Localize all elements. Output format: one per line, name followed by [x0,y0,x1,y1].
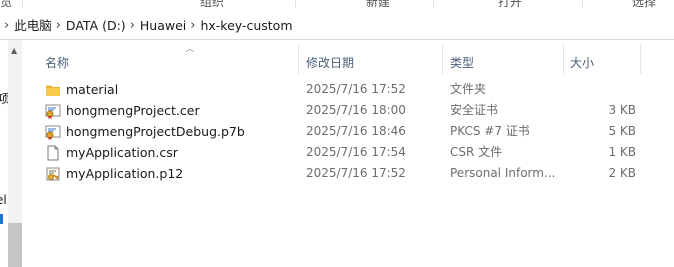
chevron-right-icon[interactable]: › [186,17,200,35]
file-name: hongmengProjectDebug.p7b [66,124,245,139]
chevron-right-icon[interactable]: › [0,17,14,35]
column-header-size[interactable]: 大小 [570,52,594,74]
column-header-name[interactable]: 名称 [45,52,69,74]
file-type: CSR 文件 [450,145,503,159]
breadcrumb-huawei[interactable]: Huawei [140,17,186,35]
column-divider[interactable] [563,44,564,74]
file-name: myApplication.p12 [66,166,184,181]
file-type: 文件夹 [450,82,487,96]
file-row-hongmengproject-cer[interactable]: hongmengProject.cer 2025/7/16 18:00 安全证书… [23,100,674,121]
file-type: PKCS #7 证书 [450,124,530,138]
personal-certificate-icon [46,167,60,181]
address-bar[interactable]: › 此电脑 › DATA (D:) › Huawei › hx-key-cust… [0,13,674,40]
breadcrumb-hx-key-custom[interactable]: hx-key-custom [200,17,292,35]
document-icon [47,145,59,161]
nav-scrollbar[interactable]: ▲ [8,40,22,267]
file-row-material[interactable]: material 2025/7/16 17:52 文件夹 [23,79,674,100]
column-divider[interactable] [442,44,443,74]
nav-item-icon [0,214,3,224]
ribbon-remnant: 览 组织 新建 打开 选择 [0,0,674,8]
column-divider[interactable] [640,44,641,74]
file-size: 1 KB [608,145,636,159]
file-date: 2025/7/16 17:52 [306,166,406,180]
file-size: 2 KB [608,166,636,180]
file-name: material [66,82,119,97]
column-header-type[interactable]: 类型 [450,52,474,74]
file-name: hongmengProject.cer [66,103,200,118]
ribbon-group-open[interactable]: 打开 [498,0,522,8]
file-date: 2025/7/16 17:52 [306,82,406,96]
chevron-right-icon[interactable]: › [126,17,140,35]
ribbon-group-organize[interactable]: 组织 [200,0,224,8]
file-list: ︿ 名称 修改日期 类型 大小 material 2025/7/16 17:52… [23,40,674,267]
file-row-myapplication-p12[interactable]: myApplication.p12 2025/7/16 17:52 Person… [23,163,674,184]
file-date: 2025/7/16 18:46 [306,124,406,138]
chevron-right-icon[interactable]: › [52,17,66,35]
certificate-icon [45,125,61,140]
file-date: 2025/7/16 18:00 [306,103,406,117]
breadcrumb: › 此电脑 › DATA (D:) › Huawei › hx-key-cust… [0,17,293,35]
file-name: myApplication.csr [66,145,178,160]
breadcrumb-this-pc[interactable]: 此电脑 [14,17,52,35]
breadcrumb-data-drive[interactable]: DATA (D:) [66,17,126,35]
folder-icon [46,85,60,96]
nav-item-fragment[interactable]: el [0,193,7,207]
certificate-icon [45,104,61,119]
file-row-myapplication-csr[interactable]: myApplication.csr 2025/7/16 17:54 CSR 文件… [23,142,674,163]
file-size: 5 KB [608,124,636,138]
scroll-up-icon[interactable]: ▲ [11,46,17,55]
file-size: 3 KB [608,103,636,117]
file-date: 2025/7/16 17:54 [306,145,406,159]
ribbon-group-select[interactable]: 选择 [632,0,656,8]
nav-scroll-thumb[interactable] [8,223,22,267]
ribbon-group-new[interactable]: 新建 [366,0,390,8]
file-type: Personal Inform... [450,166,556,180]
file-row-hongmengprojectdebug-p7b[interactable]: hongmengProjectDebug.p7b 2025/7/16 18:46… [23,121,674,142]
column-divider[interactable] [298,44,299,74]
column-header-date[interactable]: 修改日期 [306,52,354,74]
ribbon-group-view[interactable]: 览 [0,0,12,8]
sort-ascending-icon: ︿ [186,44,194,53]
file-type: 安全证书 [450,103,499,117]
